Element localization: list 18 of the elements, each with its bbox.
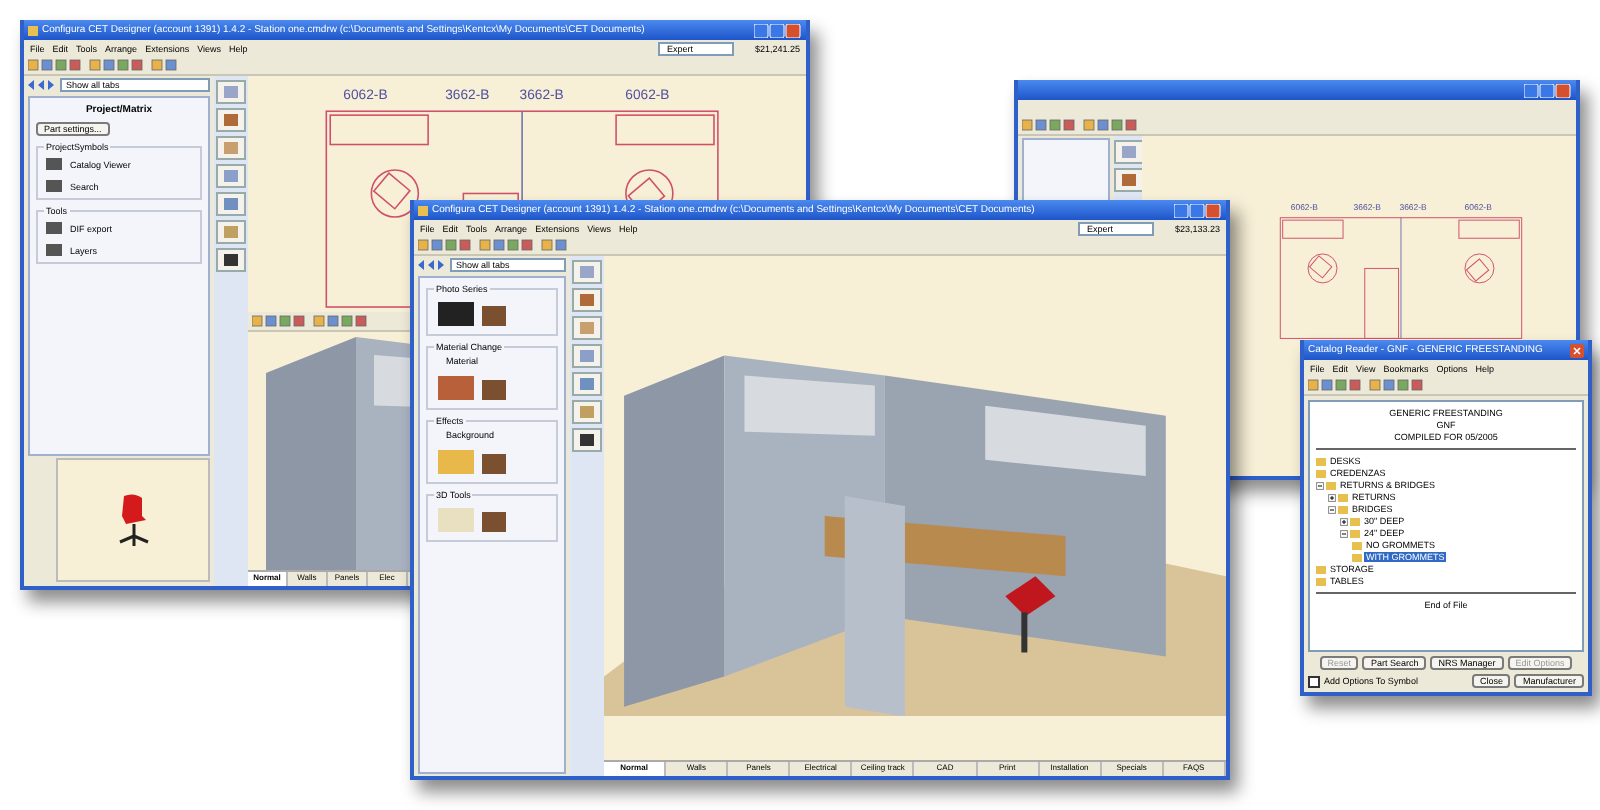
app-icon bbox=[28, 25, 38, 35]
tool-button[interactable] bbox=[572, 428, 602, 452]
collapse-icon[interactable] bbox=[1340, 529, 1348, 537]
tool-button[interactable] bbox=[216, 248, 246, 272]
window-controls-icon[interactable] bbox=[1174, 203, 1222, 217]
navigation-arrows-icon[interactable] bbox=[418, 260, 446, 270]
expand-icon[interactable] bbox=[1328, 493, 1336, 501]
close-icon[interactable] bbox=[1570, 343, 1584, 357]
app-icon bbox=[418, 205, 428, 215]
collapse-icon[interactable] bbox=[1316, 481, 1324, 489]
checkbox[interactable] bbox=[1308, 675, 1320, 687]
expand-icon[interactable] bbox=[1340, 517, 1348, 525]
toolbar-icons-drawing[interactable] bbox=[418, 238, 570, 252]
window-controls-icon[interactable] bbox=[1524, 83, 1572, 97]
window-controls-icon[interactable] bbox=[754, 23, 802, 37]
collapse-icon[interactable] bbox=[1328, 505, 1336, 513]
toolbar-icons-drawing[interactable] bbox=[28, 58, 180, 72]
navigation-arrows-icon[interactable] bbox=[28, 80, 56, 90]
